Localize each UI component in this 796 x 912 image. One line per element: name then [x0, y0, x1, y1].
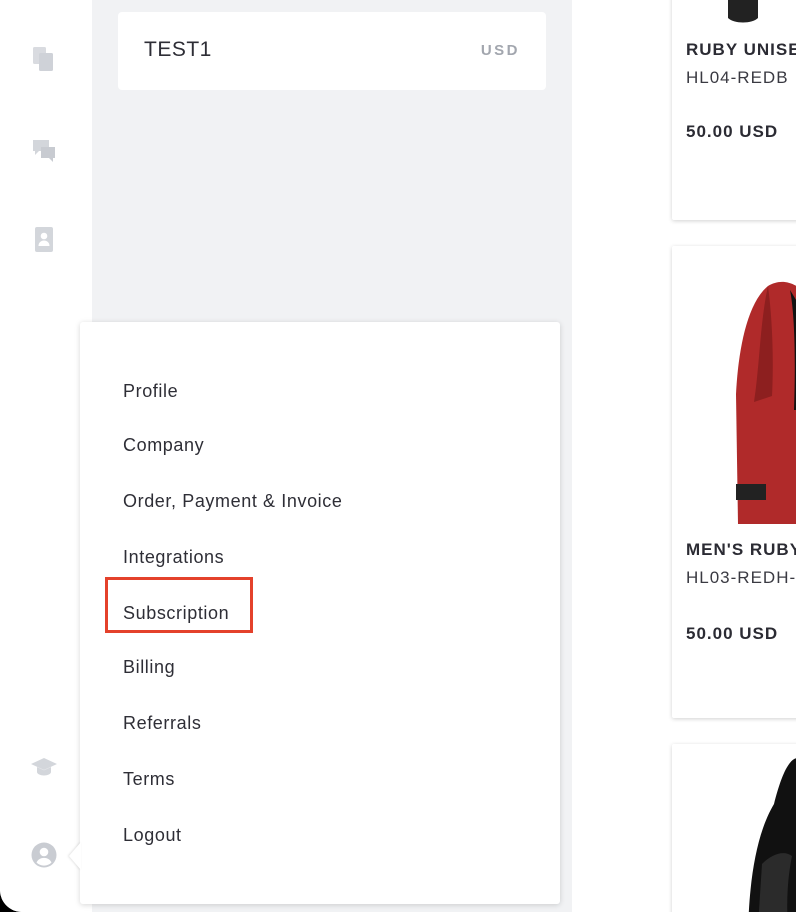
product-grid: RUBY UNISE HL04-REDB 50.00 USD MEN'S RUB… [572, 0, 796, 912]
menu-item-profile[interactable]: Profile [123, 381, 178, 402]
menu-item-integrations[interactable]: Integrations [123, 547, 224, 568]
product-sku: HL04-REDB [686, 68, 789, 87]
documents-icon[interactable] [30, 45, 58, 73]
menu-item-referrals[interactable]: Referrals [123, 713, 201, 734]
graduation-cap-icon[interactable] [30, 752, 58, 780]
menu-item-terms[interactable]: Terms [123, 769, 175, 790]
wallet-card[interactable]: TEST1 USD [118, 12, 546, 90]
product-image [672, 0, 796, 24]
product-title: MEN'S RUBY [686, 540, 796, 559]
menu-item-order-payment-invoice[interactable]: Order, Payment & Invoice [123, 491, 343, 512]
app-window: TEST1 USD RUBY UNISE HL04-REDB 50.00 USD [0, 0, 796, 912]
product-card[interactable]: MEN'S RUBY HL03-REDH- 50.00 USD [672, 246, 796, 718]
product-card[interactable] [672, 744, 796, 912]
product-card[interactable]: RUBY UNISE HL04-REDB 50.00 USD [672, 0, 796, 220]
product-image [672, 744, 796, 912]
wallet-currency: USD [480, 42, 520, 59]
chat-icon[interactable] [30, 136, 58, 164]
product-image [672, 246, 796, 524]
product-sku: HL03-REDH- [686, 568, 796, 587]
product-price: 50.00 USD [686, 624, 779, 643]
menu-pointer-caret [69, 842, 81, 870]
contact-card-icon[interactable] [30, 225, 58, 253]
product-title: RUBY UNISE [686, 40, 796, 59]
icon-rail [0, 0, 92, 912]
menu-item-company[interactable]: Company [123, 435, 204, 456]
menu-item-subscription[interactable]: Subscription [123, 603, 229, 624]
menu-item-billing[interactable]: Billing [123, 657, 175, 678]
product-price: 50.00 USD [686, 122, 779, 141]
user-avatar-icon[interactable] [30, 841, 58, 869]
wallet-name: TEST1 [144, 38, 212, 61]
menu-item-logout[interactable]: Logout [123, 825, 182, 846]
account-menu: Profile Company Order, Payment & Invoice… [80, 322, 560, 904]
